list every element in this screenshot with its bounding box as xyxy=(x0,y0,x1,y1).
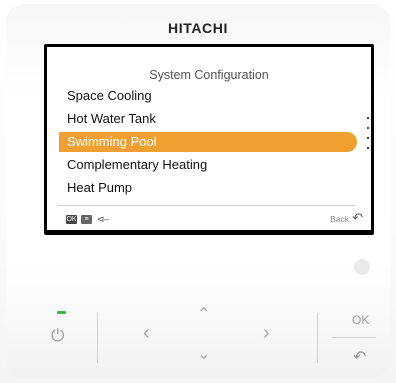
menu-item-complementary-heating[interactable]: Complementary Heating xyxy=(67,155,207,175)
brand-logo: HITACHI xyxy=(168,20,228,36)
power-button[interactable]: ⏻ xyxy=(51,326,64,346)
key-icon: ⊲– xyxy=(96,214,110,224)
footer-divider xyxy=(57,205,355,206)
back-label: Back xyxy=(330,214,349,224)
down-arrow-button[interactable]: ⌄ xyxy=(197,345,210,365)
return-icon: ↶ xyxy=(352,210,363,225)
menu-icon: ≡ xyxy=(81,215,92,224)
scroll-indicator xyxy=(367,117,370,157)
menu-item-space-cooling[interactable]: Space Cooling xyxy=(67,86,152,106)
ok-button[interactable]: OK xyxy=(352,313,369,327)
controller-body: HITACHI System Configuration Space Cooli… xyxy=(0,0,396,383)
left-arrow-button[interactable]: ‹ xyxy=(143,323,150,343)
button-divider-left xyxy=(97,313,98,363)
status-led xyxy=(57,311,66,314)
back-button[interactable]: ↶ xyxy=(353,347,366,367)
ok-back-divider xyxy=(332,337,376,338)
lcd-panel: System Configuration Space Cooling Hot W… xyxy=(47,47,371,230)
ok-icon: OK xyxy=(66,215,77,224)
button-divider-right xyxy=(317,313,318,363)
menu-item-swimming-pool[interactable]: Swimming Pool xyxy=(59,132,357,152)
up-arrow-button[interactable]: ⌃ xyxy=(197,305,210,325)
menu-item-hot-water-tank[interactable]: Hot Water Tank xyxy=(67,109,156,129)
screen-title: System Configuration xyxy=(149,68,269,82)
right-arrow-button[interactable]: › xyxy=(263,323,270,343)
menu-item-heat-pump[interactable]: Heat Pump xyxy=(67,178,132,198)
light-sensor xyxy=(354,259,370,275)
lcd-screen: System Configuration Space Cooling Hot W… xyxy=(44,44,374,235)
